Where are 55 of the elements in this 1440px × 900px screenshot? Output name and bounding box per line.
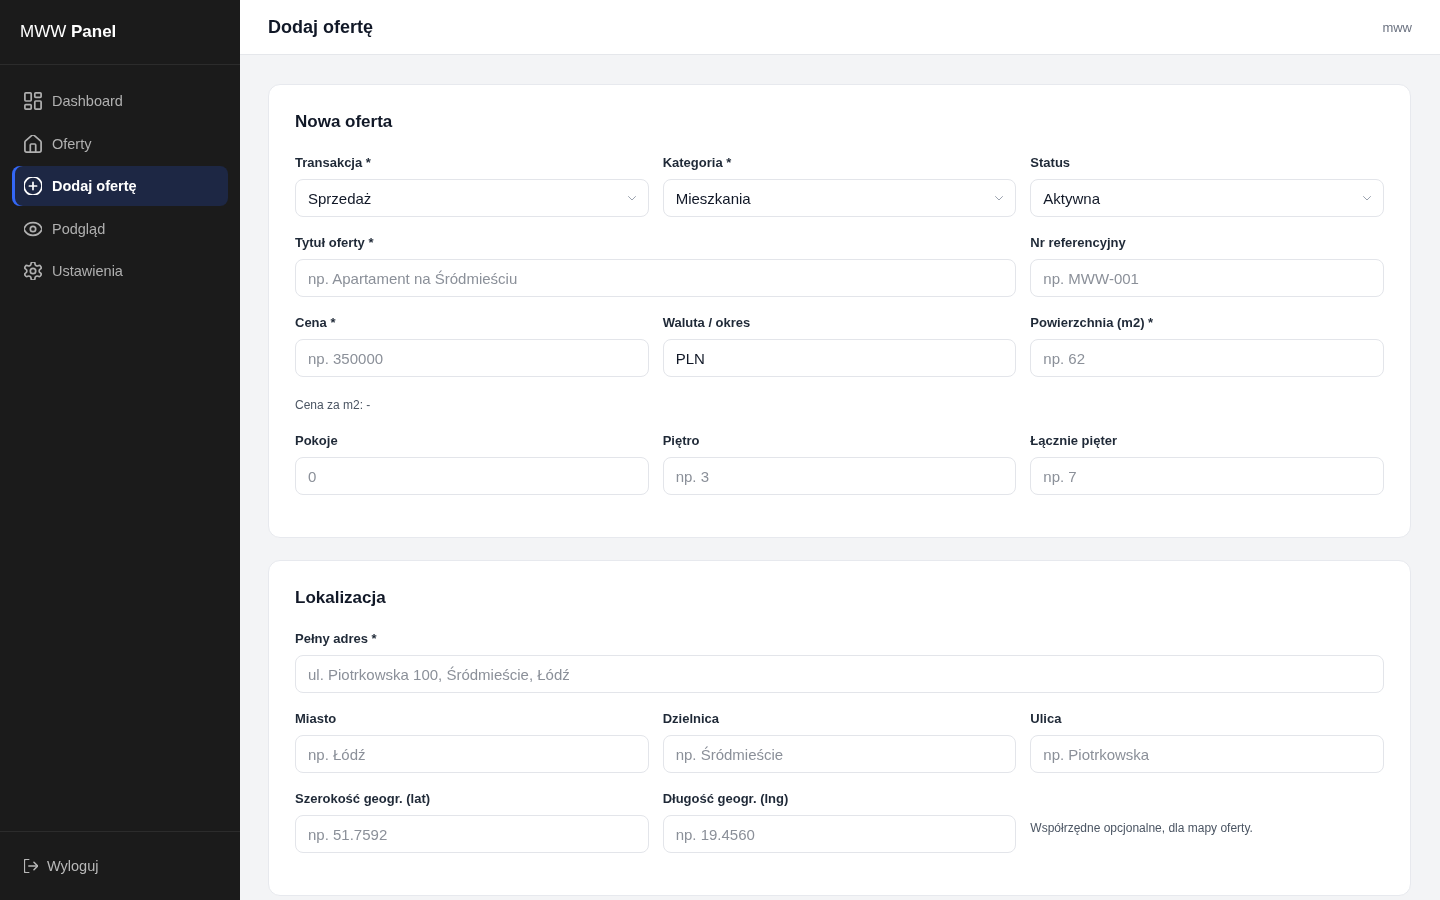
nav-item[interactable]: Dashboard (12, 81, 228, 121)
input-field[interactable]: 0 (295, 457, 649, 495)
input-field[interactable]: ul. Piotrkowska 100, Śródmieście, Łódź (295, 655, 1384, 693)
field-label: Waluta / okres (662, 315, 751, 331)
input-field[interactable]: np. 3 (662, 457, 1017, 495)
field-label: Powierzchnia (m2) * (1030, 315, 1154, 331)
field-label: Szerokość geogr. (lat) (295, 791, 431, 807)
chevron-down-icon (995, 195, 1004, 201)
eye-icon (24, 219, 42, 238)
brand-logo: MWW Panel (20, 21, 117, 43)
dashboard-grid-icon (24, 92, 42, 110)
input-field[interactable]: np. 62 (1030, 339, 1384, 377)
hint-text: Współrzędne opcjonalne, dla mapy oferty. (1030, 820, 1253, 837)
field-label: Nr referencyjny (1030, 235, 1126, 251)
dropdown[interactable]: Mieszkania (662, 179, 1017, 217)
field-label: Kategoria * (662, 155, 732, 171)
settings-icon (24, 262, 42, 280)
field-label: Pełny adres * (295, 631, 377, 647)
field-label: Cena * (295, 315, 336, 331)
logout-icon (24, 859, 38, 873)
input-field[interactable]: np. MWW-001 (1030, 259, 1384, 297)
input-field[interactable]: PLN (662, 339, 1017, 377)
user-name: mww (1382, 19, 1412, 35)
field-label: Pokoje (295, 433, 338, 449)
field-label: Status (1030, 155, 1071, 171)
input-field[interactable]: np. Śródmieście (662, 735, 1017, 773)
nav-item[interactable]: Ustawienia (12, 251, 228, 291)
input-field[interactable]: np. 51.7592 (295, 815, 649, 853)
field-label: Tytuł oferty * (295, 235, 374, 251)
page-title: Dodaj ofertę (268, 16, 373, 38)
chevron-down-icon (627, 195, 636, 201)
field-label: Ulica (1030, 711, 1062, 727)
logout-link[interactable]: Wyloguj (24, 858, 99, 874)
input-field[interactable]: np. 19.4560 (662, 815, 1017, 853)
input-field[interactable]: np. Piotrkowska (1030, 735, 1384, 773)
field-label: Miasto (295, 711, 337, 727)
section-title: Nowa oferta (295, 111, 393, 133)
input-field[interactable]: np. Łódź (295, 735, 649, 773)
input-field[interactable]: np. Apartament na Śródmieściu (295, 259, 1017, 297)
section-title: Lokalizacja (295, 587, 386, 609)
nav-item[interactable]: Podgląd (12, 208, 228, 249)
field-label: Łącznie pięter (1030, 433, 1118, 449)
field-label: Długość geogr. (lng) (662, 791, 789, 807)
field-label: Transakcja * (295, 155, 371, 171)
field-label: Piętro (662, 433, 700, 449)
nav-item[interactable]: Dodaj ofertę (12, 166, 228, 206)
input-field[interactable]: np. 7 (1030, 457, 1384, 495)
input-field[interactable]: np. 350000 (295, 339, 649, 377)
chevron-down-icon (1363, 195, 1371, 201)
price-per-m2-note: Cena za m2: - (295, 397, 371, 414)
field-label: Dzielnica (662, 711, 719, 727)
home-icon (24, 134, 42, 153)
dropdown[interactable]: Sprzedaż (295, 179, 649, 217)
dropdown[interactable]: Aktywna (1030, 179, 1384, 217)
nav-item[interactable]: Oferty (12, 123, 228, 164)
